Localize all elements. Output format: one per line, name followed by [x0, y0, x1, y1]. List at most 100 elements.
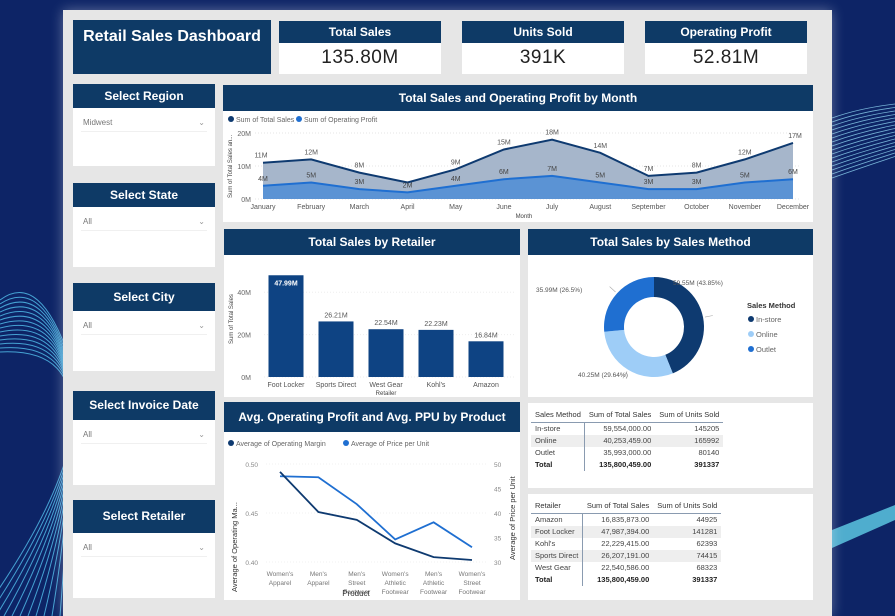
data-label: 4M [258, 176, 268, 183]
state-dropdown[interactable]: All ⌄ [81, 213, 207, 231]
table-cell: Kohl's [531, 537, 584, 550]
y-axis-title: Sum of Total Sales [229, 294, 235, 344]
data-label: 12M [304, 149, 318, 156]
x-tick-label: Kohl's [427, 382, 446, 389]
sales-method-table-panel: Sales Method Sum of Total Sales Sum of U… [528, 403, 813, 488]
kpi-label: Operating Profit [645, 21, 807, 43]
column-header[interactable]: Sum of Units Sold [655, 407, 724, 423]
x-tick-label: Footwear [458, 589, 486, 596]
retailer-chart-plot: Sum of Total Sales 0M 20M 40M 47.99M Foot Loc… [229, 275, 514, 397]
x-tick-label: July [546, 204, 559, 211]
chevron-down-icon[interactable]: ⌄ [198, 430, 205, 439]
column-header[interactable]: Sum of Total Sales [582, 498, 654, 514]
kpi-value: 391K [519, 47, 567, 68]
chevron-down-icon[interactable]: ⌄ [198, 321, 205, 330]
column-header[interactable]: Sum of Units Sold [653, 498, 722, 514]
data-label: 22.23M [424, 321, 448, 328]
chart-title: Avg. Operating Profit and Avg. PPU by Pr… [224, 402, 520, 432]
y-tick-label-right: 30 [494, 560, 502, 567]
data-label: 59.55M (43.85%) [673, 280, 723, 287]
donut-slice [604, 329, 673, 377]
x-tick-label: Footwear [382, 589, 410, 596]
slicer-title: Select Invoice Date [73, 391, 215, 420]
table-cell: West Gear [531, 561, 584, 574]
data-label: 7M [547, 166, 557, 173]
kpi-units-sold: Units Sold 391K [462, 21, 624, 74]
retailer-dropdown[interactable]: All ⌄ [81, 539, 207, 557]
data-label: 35.99M (26.5%) [536, 287, 582, 294]
data-label: 3M [644, 179, 654, 186]
legend-marker [748, 331, 754, 337]
dropdown-value: All [83, 543, 92, 552]
chart-title: Total Sales by Retailer [224, 229, 520, 255]
bar [318, 321, 354, 377]
monthly-chart-plot: Sum of Total Sales Sum of Operating Profi… [228, 116, 810, 220]
slicer-city: Select City All ⌄ [73, 283, 215, 371]
y-axis-title-left: Average of Operating Ma... [230, 502, 239, 592]
table-cell: 44925 [696, 515, 718, 525]
chart-legend: Average of Operating Margin Average of Pr… [228, 440, 429, 448]
y-axis-title-right: Average of Price per Unit [508, 475, 517, 560]
wave-line [831, 152, 895, 175]
x-tick-label: May [449, 204, 463, 211]
legend-marker [748, 346, 754, 352]
retailer-table-panel: Retailer Sum of Total Sales Sum of Units… [528, 494, 813, 600]
x-tick-label: Women's [382, 571, 410, 578]
slicer-invoice-date: Select Invoice Date All ⌄ [73, 391, 215, 485]
legend-label: Online [756, 330, 778, 339]
x-tick-label: February [297, 204, 326, 211]
x-tick-label: November [729, 204, 762, 211]
dropdown-value: All [83, 217, 92, 226]
table-cell: 47,987,394.00 [582, 525, 654, 538]
x-tick-label: August [589, 204, 611, 211]
region-dropdown[interactable]: Midwest ⌄ [81, 114, 207, 132]
legend-marker [748, 316, 754, 322]
retailer-table: Retailer Sum of Total Sales Sum of Units… [531, 498, 722, 586]
kpi-label: Units Sold [462, 21, 624, 43]
leader-line [609, 286, 616, 293]
table-cell: 40,253,459.00 [584, 434, 656, 447]
table-cell: 145205 [694, 424, 720, 434]
column-header[interactable]: Retailer [531, 498, 583, 514]
table-row: West Gear 22,540,586.00 68323 [531, 561, 721, 574]
x-tick-label: Apparel [269, 580, 292, 587]
table-row: Sports Direct 26,207,191.00 74415 [531, 549, 722, 562]
city-dropdown[interactable]: All ⌄ [81, 317, 207, 335]
x-tick-label: March [350, 204, 370, 211]
x-tick-label: Amazon [473, 382, 499, 389]
y-tick-label-left: 0.50 [245, 462, 258, 469]
column-header[interactable]: Sales Method [531, 407, 585, 423]
table-cell: 74415 [653, 549, 722, 562]
chart-title: Total Sales by Sales Method [528, 229, 813, 255]
legend-title: Sales Method [747, 301, 796, 310]
table-cell: Outlet [531, 446, 586, 459]
column-header[interactable]: Sum of Total Sales [584, 407, 656, 423]
table-cell: 135,800,459.00 [599, 460, 652, 469]
data-label: 17M [788, 133, 802, 140]
table-cell: Foot Locker [531, 525, 584, 538]
invoice-date-dropdown[interactable]: All ⌄ [81, 426, 207, 444]
table-row: In-store 59,554,000.00 145205 [531, 422, 723, 435]
table-total-row: Total 135,800,459.00 391337 [531, 458, 723, 471]
donut-slice [604, 277, 654, 332]
chevron-down-icon[interactable]: ⌄ [198, 543, 205, 552]
legend-marker [228, 116, 234, 122]
table-cell: Total [531, 458, 586, 471]
x-tick-label: December [777, 204, 810, 211]
bar [268, 275, 304, 377]
legend-label: In-store [756, 315, 781, 324]
x-tick-label: September [631, 204, 666, 211]
x-tick-label: January [251, 204, 276, 211]
monthly-sales-profit-chart: Total Sales and Operating Profit by Mont… [223, 85, 813, 222]
x-axis-title: Month [516, 214, 533, 220]
sales-method-table: Sales Method Sum of Total Sales Sum of U… [531, 407, 724, 471]
table-cell: 16,835,873.00 [601, 515, 650, 525]
chevron-down-icon[interactable]: ⌄ [198, 217, 205, 226]
data-label: 5M [595, 173, 605, 180]
data-label: 9M [451, 159, 461, 166]
x-tick-label: Apparel [307, 580, 330, 587]
chevron-down-icon[interactable]: ⌄ [198, 118, 205, 127]
table-cell: Total [531, 573, 584, 586]
table-cell: 26,207,191.00 [582, 549, 654, 562]
x-tick-label: April [401, 204, 415, 211]
